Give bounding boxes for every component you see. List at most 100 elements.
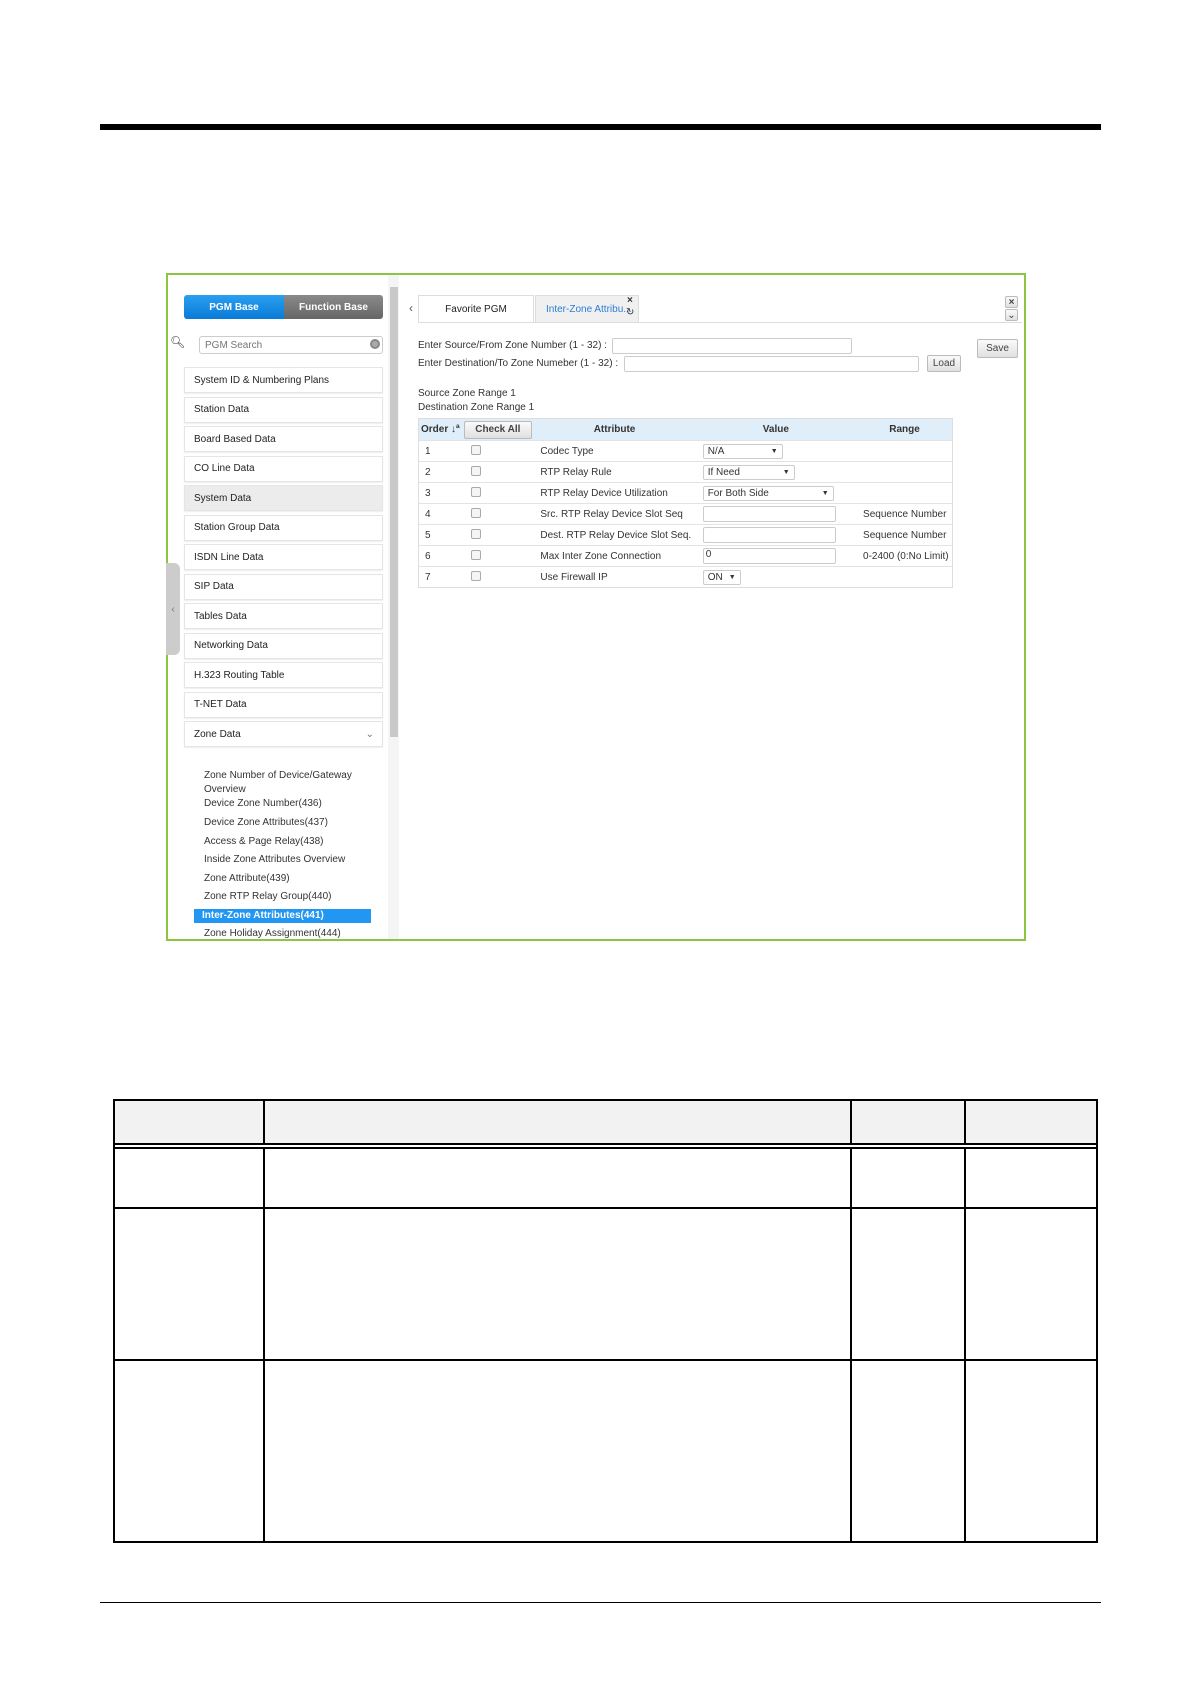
dropdown-arrow-icon: ▼ [782,468,790,476]
expand-down-icon[interactable]: ⌄ [1005,309,1018,321]
footer-rule [100,1602,1101,1603]
main-panel: ‹ Favorite PGM Inter-Zone Attribu... × ↻… [400,275,1024,939]
order-cell: 5 [418,524,462,546]
table-row: 6 Max Inter Zone Connection 0 0-2400 (0:… [418,545,953,567]
zone-subitem[interactable]: Inter-Zone Attributes(441) [194,909,371,923]
range-cell [857,440,953,462]
range-cell [857,461,953,483]
row-checkbox[interactable] [471,444,482,455]
value-select[interactable]: If Need ▼ [702,464,795,480]
refresh-tab-icon[interactable]: ↻ [626,307,634,318]
tab-inter-zone-attributes[interactable]: Inter-Zone Attribu... [535,295,639,322]
sidebar-item[interactable]: Tables Data [184,603,383,629]
order-cell: 3 [418,482,462,504]
save-button[interactable]: Save [977,339,1018,358]
row-checkbox[interactable] [471,570,482,581]
attribute-cell: Use Firewall IP [534,566,695,588]
value-cell: If Need ▼ [694,461,858,483]
zone-data-label: Zone Data [194,728,241,740]
zone-subitem[interactable]: Device Zone Number(436) [184,797,383,811]
table-row: 7 Use Firewall IP ON ▼ [418,566,953,588]
pgm-search-input[interactable] [199,336,383,354]
pgm-base-toggle[interactable]: PGM Base [184,295,284,319]
value-cell [694,503,858,525]
value-select[interactable]: ON ▼ [702,569,741,585]
value-input[interactable] [702,527,836,543]
sidebar-item[interactable]: Networking Data [184,632,383,659]
sidebar-item[interactable]: CO Line Data [184,455,383,482]
clear-search-icon[interactable] [370,339,380,349]
tab-label: Inter-Zone Attribu... [546,303,632,315]
sidebar-item[interactable]: System Data [184,485,383,511]
sidebar-item[interactable]: System ID & Numbering Plans [184,367,383,393]
attribute-cell: Codec Type [534,440,695,462]
attribute-cell: Max Inter Zone Connection [534,545,695,567]
row-checkbox[interactable] [471,465,482,476]
sidebar-item[interactable]: ISDN Line Data [184,544,383,570]
collapse-sidebar-handle[interactable]: ‹ [166,563,180,655]
value-header: Value [694,418,858,441]
zone-subitem[interactable]: Zone Number of Device/Gateway Overview [184,769,364,797]
order-cell: 4 [418,503,462,525]
attribute-cell: RTP Relay Rule [534,461,695,483]
sidebar-item-zone-data[interactable]: Zone Data ⌄ [184,721,383,747]
row-checkbox[interactable] [471,486,482,497]
table-row: 3 RTP Relay Device Utilization For Both … [418,482,953,504]
sidebar-item[interactable]: Station Group Data [184,514,383,541]
close-tab-icon[interactable]: × [627,295,633,306]
value-cell: N/A ▼ [694,440,858,462]
attributes-table: Order ↓ª Check All Attribute Value Range… [418,418,953,588]
zone-subitem[interactable]: Inside Zone Attributes Overview [184,853,383,867]
order-cell: 1 [418,440,462,462]
zone-subitem[interactable]: Zone Attribute(439) [184,872,383,886]
sidebar-scroll-thumb[interactable] [390,287,398,737]
search-icon: 🔍︎ [170,335,186,349]
range-cell: Sequence Number [857,524,953,546]
tab-favorite-pgm[interactable]: Favorite PGM [418,295,534,322]
table-row: 5 Dest. RTP Relay Device Slot Seq. Seque… [418,524,953,546]
load-button[interactable]: Load [927,355,961,372]
table-row: 4 Src. RTP Relay Device Slot Seq Sequenc… [418,503,953,525]
value-cell: 0 [694,545,858,567]
sidebar-item[interactable]: H.323 Routing Table [184,662,383,688]
zone-subitem[interactable]: Zone RTP Relay Group(440) [184,890,383,904]
sidebar-item[interactable]: Board Based Data [184,426,383,452]
range-cell [857,566,953,588]
sidebar-item[interactable]: Station Data [184,396,383,423]
source-zone-label: Enter Source/From Zone Number (1 - 32) : [418,340,607,351]
attribute-header: Attribute [534,418,695,441]
tab-scroll-left-icon[interactable]: ‹ [409,301,413,315]
table-header: Order ↓ª Check All Attribute Value Range [418,418,953,441]
screenshot-frame: PGM Base Function Base 🔍︎ System ID & Nu… [166,273,1026,941]
dest-zone-input[interactable] [624,356,919,372]
check-all-button[interactable]: Check All [463,420,532,439]
range-cell: 0-2400 (0:No Limit) [857,545,953,567]
sidebar-item[interactable]: T-NET Data [184,691,383,718]
attribute-cell: Src. RTP Relay Device Slot Seq [534,503,695,525]
row-checkbox[interactable] [471,507,482,518]
sort-icon[interactable]: ↓ª [451,424,460,435]
value-cell: For Both Side ▼ [694,482,858,504]
description-table [113,1099,1098,1543]
source-zone-input[interactable] [612,338,852,354]
range-cell: Sequence Number [857,503,953,525]
close-all-icon[interactable]: × [1005,296,1018,308]
zone-subitem[interactable]: Device Zone Attributes(437) [184,816,383,830]
order-header[interactable]: Order ↓ª [418,418,462,441]
value-cell: ON ▼ [694,566,858,588]
row-checkbox[interactable] [471,528,482,539]
dest-zone-range: Destination Zone Range 1 [418,402,535,413]
value-input[interactable]: 0 [702,548,836,564]
tab-divider [418,322,1022,323]
zone-subitem[interactable]: Access & Page Relay(438) [184,835,383,849]
zone-subitem[interactable]: Zone Holiday Assignment(444) [184,927,383,941]
value-select[interactable]: N/A ▼ [702,443,783,459]
row-checkbox[interactable] [471,549,482,560]
value-input[interactable] [702,506,836,522]
value-select[interactable]: For Both Side ▼ [702,485,834,501]
function-base-toggle[interactable]: Function Base [284,295,383,319]
sidebar-item[interactable]: SIP Data [184,573,383,600]
order-cell: 6 [418,545,462,567]
order-cell: 7 [418,566,462,588]
source-zone-range: Source Zone Range 1 [418,388,516,399]
